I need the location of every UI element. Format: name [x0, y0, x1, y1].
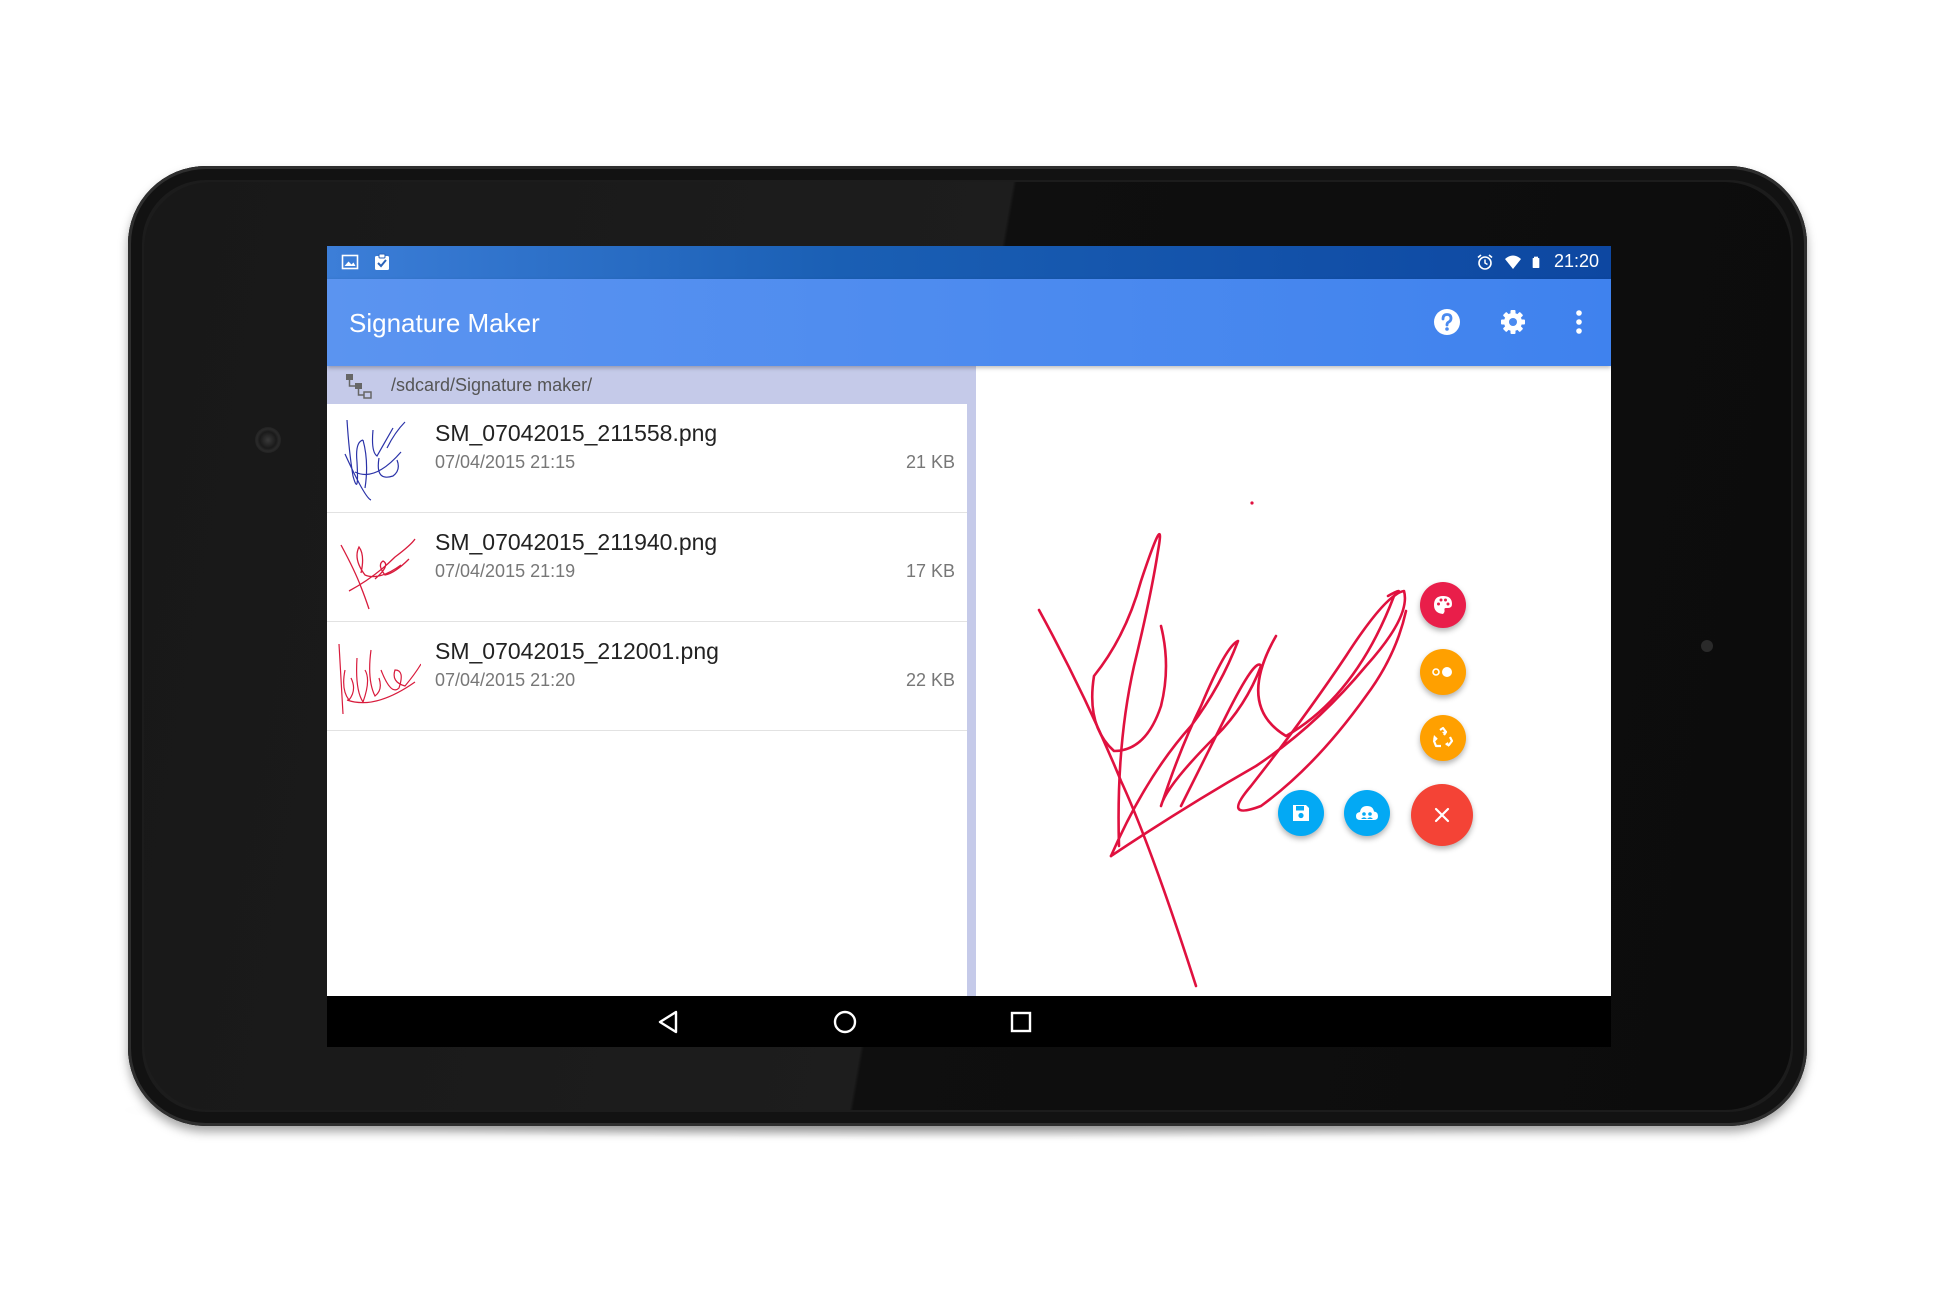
recents-icon[interactable]	[1007, 1008, 1035, 1036]
clipboard-check-icon	[375, 253, 389, 270]
cloud-share-icon	[1356, 806, 1378, 820]
front-camera	[255, 427, 281, 453]
light-sensor	[1701, 640, 1713, 652]
file-size: 22 KB	[905, 670, 955, 690]
file-date: 07/04/2015 21:15	[435, 452, 576, 472]
palette-icon	[1434, 596, 1452, 614]
signature-canvas[interactable]	[976, 366, 1611, 996]
file-list: SM_07042015_211558.png 07/04/2015 21:15 …	[327, 404, 967, 731]
path-bar: /sdcard/Signature maker/	[327, 366, 976, 404]
file-browser: /sdcard/Signature maker/ SM_07042015_211…	[327, 366, 976, 996]
signature-thumbnail	[340, 538, 416, 610]
close-icon	[1434, 807, 1450, 823]
palette-button[interactable]	[1420, 582, 1466, 628]
file-name: SM_07042015_212001.png	[435, 638, 719, 664]
save-icon	[1293, 805, 1309, 821]
status-bar: 21:20	[327, 246, 1611, 279]
file-size: 21 KB	[905, 452, 955, 472]
file-date: 07/04/2015 21:19	[435, 561, 576, 581]
clock: 21:20	[1553, 251, 1599, 271]
file-date: 07/04/2015 21:20	[435, 670, 576, 690]
settings-gear-icon	[1501, 310, 1525, 334]
screen: 21:20 Signature Maker /sdcard/Signature …	[327, 246, 1611, 1047]
signature-thumbnail	[344, 419, 406, 501]
overflow-menu-button[interactable]	[1561, 304, 1597, 340]
brush-size-icon	[1432, 667, 1452, 677]
file-size: 17 KB	[905, 561, 955, 581]
clear-canvas-button[interactable]	[1420, 715, 1466, 761]
alarm-icon	[1477, 253, 1493, 270]
settings-button[interactable]	[1495, 304, 1531, 340]
signature-drawing	[1037, 501, 1408, 988]
wifi-icon	[1504, 255, 1521, 269]
current-path: /sdcard/Signature maker/	[391, 375, 593, 395]
file-name: SM_07042015_211558.png	[435, 420, 718, 446]
battery-icon	[1532, 256, 1540, 268]
file-item[interactable]: SM_07042015_212001.png 07/04/2015 21:20 …	[327, 622, 967, 731]
back-icon[interactable]	[655, 1008, 683, 1036]
file-name: SM_07042015_211940.png	[435, 529, 718, 555]
home-icon[interactable]	[831, 1008, 859, 1036]
file-item[interactable]: SM_07042015_211940.png 07/04/2015 21:19 …	[327, 513, 967, 622]
help-icon	[1434, 309, 1460, 335]
app-title: Signature Maker	[349, 308, 540, 338]
overflow-menu-icon	[1576, 310, 1582, 334]
image-icon	[341, 254, 359, 270]
brush-size-button[interactable]	[1420, 649, 1466, 695]
app-bar: Signature Maker	[327, 279, 1611, 366]
system-nav-bar	[327, 996, 1611, 1047]
recycle-icon	[1432, 726, 1454, 748]
save-button[interactable]	[1278, 790, 1324, 836]
file-item[interactable]: SM_07042015_211558.png 07/04/2015 21:15 …	[327, 404, 967, 513]
cloud-share-button[interactable]	[1344, 790, 1390, 836]
signature-thumbnail	[338, 643, 421, 715]
close-fab-button[interactable]	[1411, 784, 1473, 846]
folder-tree-icon	[346, 374, 372, 399]
pane-divider[interactable]	[967, 366, 976, 996]
help-button[interactable]	[1429, 304, 1465, 340]
